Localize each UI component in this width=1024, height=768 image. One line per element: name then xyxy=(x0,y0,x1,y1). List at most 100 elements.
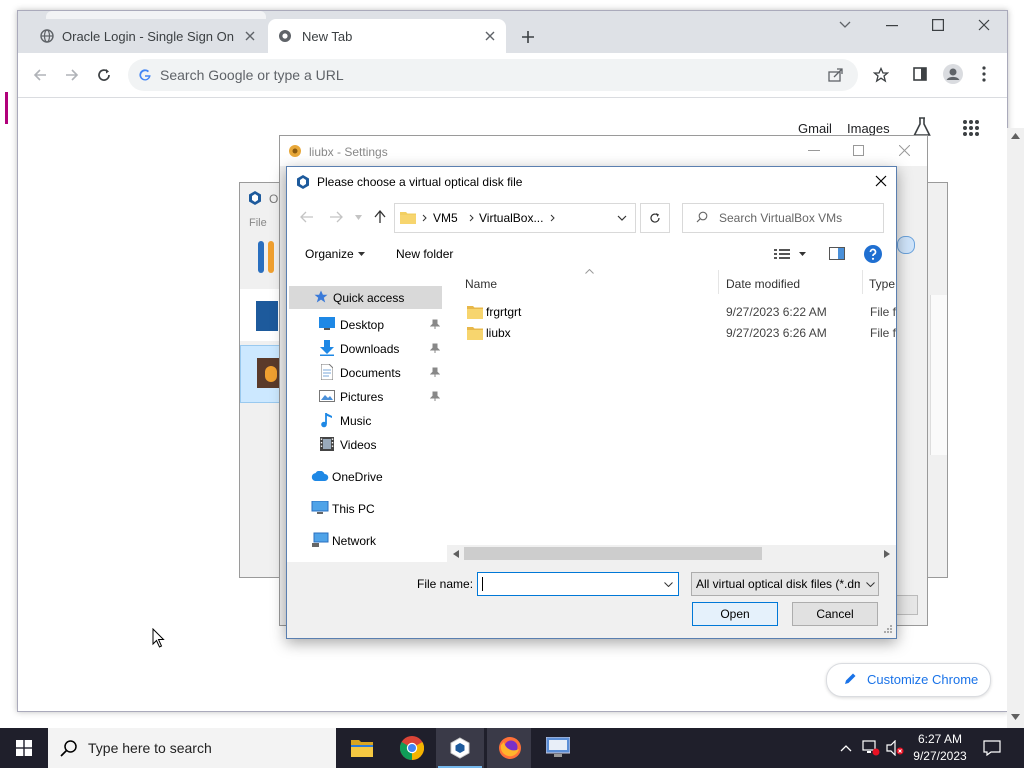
file-type-filter[interactable]: All virtual optical disk files (*.dm xyxy=(691,572,879,596)
taskbar-virtualbox-active[interactable] xyxy=(436,728,484,768)
taskbar-search-box[interactable]: Type here to search xyxy=(48,728,336,768)
dialog-footer: File name: All virtual optical disk file… xyxy=(287,562,896,638)
help-icon[interactable] xyxy=(864,245,882,263)
scroll-up-icon[interactable] xyxy=(1011,133,1020,139)
taskbar-firefox[interactable] xyxy=(487,728,531,768)
breadcrumb-vm5[interactable]: VM5 xyxy=(433,211,458,225)
chevron-down-icon[interactable] xyxy=(799,252,806,256)
side-panel-icon[interactable] xyxy=(913,67,927,81)
nav-label: Desktop xyxy=(340,318,385,332)
nav-item-videos[interactable]: Videos xyxy=(287,432,447,456)
remote-desktop-icon[interactable] xyxy=(546,737,570,759)
menu-file[interactable]: File xyxy=(249,217,267,229)
back-arrow-icon[interactable] xyxy=(32,67,48,83)
tab-new-tab[interactable]: New Tab xyxy=(268,19,506,53)
nav-item-network[interactable]: Network xyxy=(287,528,447,552)
window-close-icon[interactable] xyxy=(899,145,910,156)
dialog-close-icon[interactable] xyxy=(875,175,887,187)
refresh-icon xyxy=(650,213,660,223)
forward-arrow-icon[interactable] xyxy=(64,67,80,83)
search-box[interactable]: Search VirtualBox VMs xyxy=(682,203,884,233)
address-bar[interactable]: VM5 VirtualBox... xyxy=(394,203,636,233)
window-close-icon[interactable] xyxy=(978,19,990,31)
network-status-icon[interactable] xyxy=(862,740,880,756)
new-folder-button[interactable]: New folder xyxy=(396,247,453,261)
open-button[interactable]: Open xyxy=(692,602,778,626)
chevron-down-icon[interactable] xyxy=(617,215,627,221)
file-name-input[interactable] xyxy=(477,572,679,596)
horizontal-scrollbar[interactable] xyxy=(447,545,896,562)
column-header-date[interactable]: Date modified xyxy=(726,277,800,291)
chevron-right-icon xyxy=(550,214,555,222)
settings-disc-icon[interactable] xyxy=(897,236,915,254)
scroll-down-icon[interactable] xyxy=(1011,714,1020,720)
refresh-button[interactable] xyxy=(640,203,670,233)
resize-grip-icon[interactable] xyxy=(884,625,892,633)
minimize-icon[interactable] xyxy=(886,25,898,27)
profile-avatar-icon[interactable] xyxy=(943,64,963,84)
file-row-frgrtgrt[interactable]: frgrtgrt 9/27/2023 6:22 AM File fo xyxy=(455,301,896,322)
browser-toolbar: Search Google or type a URL xyxy=(18,53,1007,98)
back-arrow-icon[interactable] xyxy=(300,211,314,223)
taskbar-search-placeholder: Type here to search xyxy=(88,740,212,756)
windows-start-icon[interactable] xyxy=(16,740,32,756)
chevron-up-icon[interactable] xyxy=(840,744,852,752)
clock-date[interactable]: 9/27/2023 xyxy=(910,749,970,763)
settings-gear-icon xyxy=(289,145,301,157)
nav-label: Music xyxy=(340,414,372,428)
maximize-icon[interactable] xyxy=(853,145,864,156)
bookmark-star-icon[interactable] xyxy=(873,67,889,83)
nav-label: Pictures xyxy=(340,390,384,404)
vm-list-item[interactable] xyxy=(240,289,280,341)
scroll-thumb[interactable] xyxy=(464,547,762,560)
share-icon[interactable] xyxy=(828,68,844,82)
google-chrome-icon[interactable] xyxy=(400,736,424,760)
forward-arrow-icon[interactable] xyxy=(329,211,343,223)
close-icon[interactable] xyxy=(245,31,255,41)
tools-icon[interactable] xyxy=(258,241,280,275)
file-row-liubx[interactable]: liubx 9/27/2023 6:26 AM File fo xyxy=(455,322,896,343)
maximize-icon[interactable] xyxy=(932,19,944,31)
speaker-muted-icon[interactable] xyxy=(886,740,904,756)
notifications-icon[interactable] xyxy=(983,740,1001,756)
nav-item-downloads[interactable]: Downloads xyxy=(287,336,447,360)
nav-item-this-pc[interactable]: This PC xyxy=(287,496,447,520)
nav-item-quick-access[interactable]: Quick access xyxy=(289,286,442,309)
gmail-link[interactable]: Gmail xyxy=(798,121,832,136)
cancel-button[interactable]: Cancel xyxy=(792,602,878,626)
file-explorer-icon[interactable] xyxy=(351,738,373,758)
organize-menu[interactable]: Organize xyxy=(305,247,354,261)
nav-item-music[interactable]: Music xyxy=(287,408,447,432)
tab-oracle-login[interactable]: Oracle Login - Single Sign On xyxy=(26,19,266,53)
omnibox[interactable]: Search Google or type a URL xyxy=(128,59,858,91)
nav-item-desktop[interactable]: Desktop xyxy=(287,312,447,336)
new-tab-plus-icon[interactable] xyxy=(521,30,535,44)
images-link[interactable]: Images xyxy=(847,121,890,136)
nav-item-documents[interactable]: Documents xyxy=(287,360,447,384)
minimize-icon[interactable] xyxy=(808,150,820,152)
chevron-down-icon[interactable] xyxy=(839,21,851,29)
recent-locations-icon[interactable] xyxy=(355,215,362,220)
view-options-icon[interactable] xyxy=(774,248,790,260)
nav-item-onedrive[interactable]: OneDrive xyxy=(287,464,447,488)
globe-icon xyxy=(40,29,54,43)
scroll-left-icon[interactable] xyxy=(453,550,459,558)
chevron-down-icon[interactable] xyxy=(664,582,673,587)
labs-flask-icon[interactable] xyxy=(913,117,931,137)
column-header-name[interactable]: Name xyxy=(465,277,497,291)
customize-chrome-button[interactable]: Customize Chrome xyxy=(826,663,991,697)
clock-time[interactable]: 6:27 AM xyxy=(916,732,964,746)
nav-label: Network xyxy=(332,534,377,548)
column-header-type[interactable]: Type xyxy=(869,277,895,291)
kebab-menu-icon[interactable] xyxy=(982,66,986,82)
nav-item-pictures[interactable]: Pictures xyxy=(287,384,447,408)
apps-grid-icon[interactable] xyxy=(963,120,979,136)
close-icon[interactable] xyxy=(485,31,495,41)
up-arrow-icon[interactable] xyxy=(374,210,386,224)
preview-pane-icon[interactable] xyxy=(829,247,845,260)
reload-icon[interactable] xyxy=(96,67,112,83)
vm-list-item-selected[interactable] xyxy=(240,345,282,403)
music-note-icon xyxy=(321,413,332,428)
scroll-right-icon[interactable] xyxy=(884,550,890,558)
breadcrumb-virtualbox[interactable]: VirtualBox... xyxy=(479,211,543,225)
